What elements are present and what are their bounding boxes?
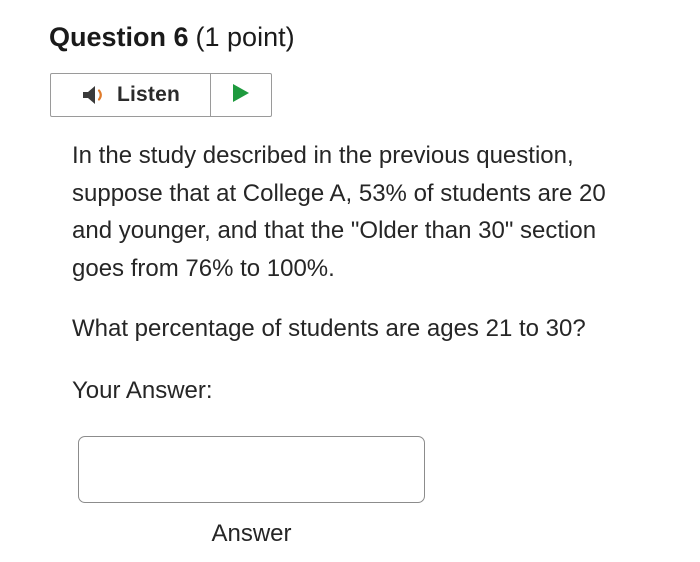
question-title: Question 6: [49, 22, 189, 52]
answer-caption: Answer: [211, 520, 292, 547]
play-button[interactable]: [211, 74, 271, 116]
listen-label: Listen: [116, 83, 181, 106]
question-header: Question 6 (1 point): [49, 20, 295, 54]
listen-button[interactable]: Listen: [51, 74, 211, 116]
question-text-line: suppose that at College A, 53% of studen…: [72, 179, 606, 207]
question-prompt: What percentage of students are ages 21 …: [72, 315, 586, 342]
question-text-line: and younger, and that the "Older than 30…: [72, 217, 597, 244]
answer-input[interactable]: [78, 436, 425, 503]
question-text-line: goes from 76% to 100%.: [72, 254, 335, 282]
question-points: (1 point): [195, 22, 295, 52]
speaker-icon: [81, 84, 109, 106]
listen-widget: Listen: [50, 73, 272, 117]
play-icon: [230, 82, 252, 109]
answer-heading: Your Answer:: [72, 377, 213, 404]
question-body: In the study described in the previous q…: [72, 137, 672, 287]
question-text-line: In the study described in the previous q…: [72, 142, 574, 169]
